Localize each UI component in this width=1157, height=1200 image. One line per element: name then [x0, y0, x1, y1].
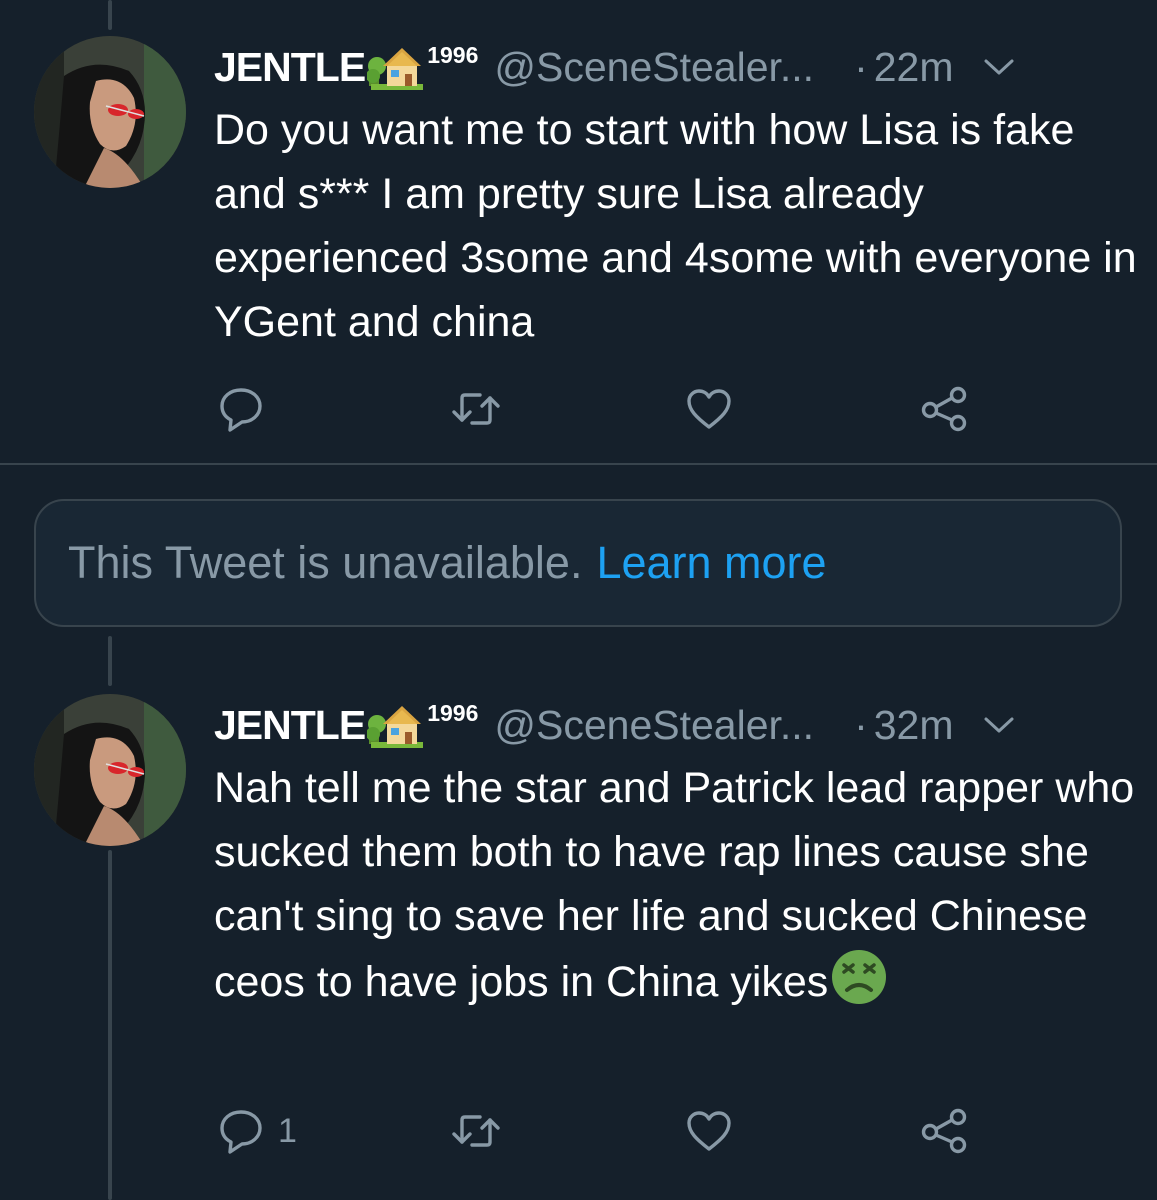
user-handle[interactable]: @SceneStealer... — [494, 44, 814, 91]
retweet-icon — [450, 388, 502, 430]
timestamp[interactable]: 22m — [874, 44, 954, 91]
avatar[interactable] — [34, 36, 186, 188]
tweet[interactable]: JENTLE 1996 @SceneStealer... · 32m Nah t… — [0, 660, 1157, 1200]
learn-more-link[interactable]: Learn more — [596, 537, 826, 589]
heart-icon — [686, 1110, 732, 1152]
nauseated-face-icon — [830, 948, 888, 1006]
reply-count: 1 — [278, 1111, 297, 1150]
tweet-header: JENTLE 1996 @SceneStealer... · 22m — [214, 42, 1016, 92]
timestamp[interactable]: 32m — [874, 702, 954, 749]
separator-dot: · — [854, 43, 868, 90]
retweet-icon — [450, 1110, 502, 1152]
tweet-text-content: Nah tell me the star and Patrick lead ra… — [214, 764, 1135, 1006]
avatar-image — [34, 694, 186, 846]
tweet-text: Nah tell me the star and Patrick lead ra… — [214, 756, 1139, 1014]
display-name[interactable]: JENTLE — [214, 44, 366, 91]
tweet-header: JENTLE 1996 @SceneStealer... · 32m — [214, 700, 1016, 750]
share-button[interactable] — [920, 381, 968, 437]
avatar[interactable] — [34, 694, 186, 846]
unavailable-tweet-notice: This Tweet is unavailable. Learn more — [34, 499, 1122, 627]
tweet-text: Do you want me to start with how Lisa is… — [214, 106, 1137, 346]
chevron-down-icon[interactable] — [982, 713, 1016, 737]
name-suffix: 1996 — [427, 41, 479, 68]
tweet[interactable]: JENTLE 1996 @SceneStealer... · 22m Do yo… — [0, 0, 1157, 464]
name-suffix: 1996 — [427, 699, 479, 726]
like-button[interactable] — [686, 1103, 746, 1159]
chevron-down-icon[interactable] — [982, 55, 1016, 79]
avatar-image — [34, 36, 186, 188]
tweet-actions: 1 — [214, 1103, 974, 1159]
house-with-garden-icon — [366, 44, 424, 90]
tweet-actions — [214, 381, 974, 437]
reply-button[interactable]: 1 — [218, 1103, 297, 1159]
reply-button[interactable] — [218, 381, 278, 437]
separator-dot: · — [854, 701, 868, 748]
retweet-button[interactable] — [450, 1103, 516, 1159]
reply-icon — [218, 385, 264, 433]
unavailable-text: This Tweet is unavailable. — [68, 537, 583, 588]
user-handle[interactable]: @SceneStealer... — [494, 702, 814, 749]
house-with-garden-icon — [366, 702, 424, 748]
tweet-divider — [0, 463, 1157, 465]
share-icon — [920, 386, 968, 432]
display-name[interactable]: JENTLE — [214, 702, 366, 749]
share-button[interactable] — [920, 1103, 968, 1159]
retweet-button[interactable] — [450, 381, 516, 437]
share-icon — [920, 1108, 968, 1154]
like-button[interactable] — [686, 381, 746, 437]
reply-icon — [218, 1107, 264, 1155]
heart-icon — [686, 388, 732, 430]
